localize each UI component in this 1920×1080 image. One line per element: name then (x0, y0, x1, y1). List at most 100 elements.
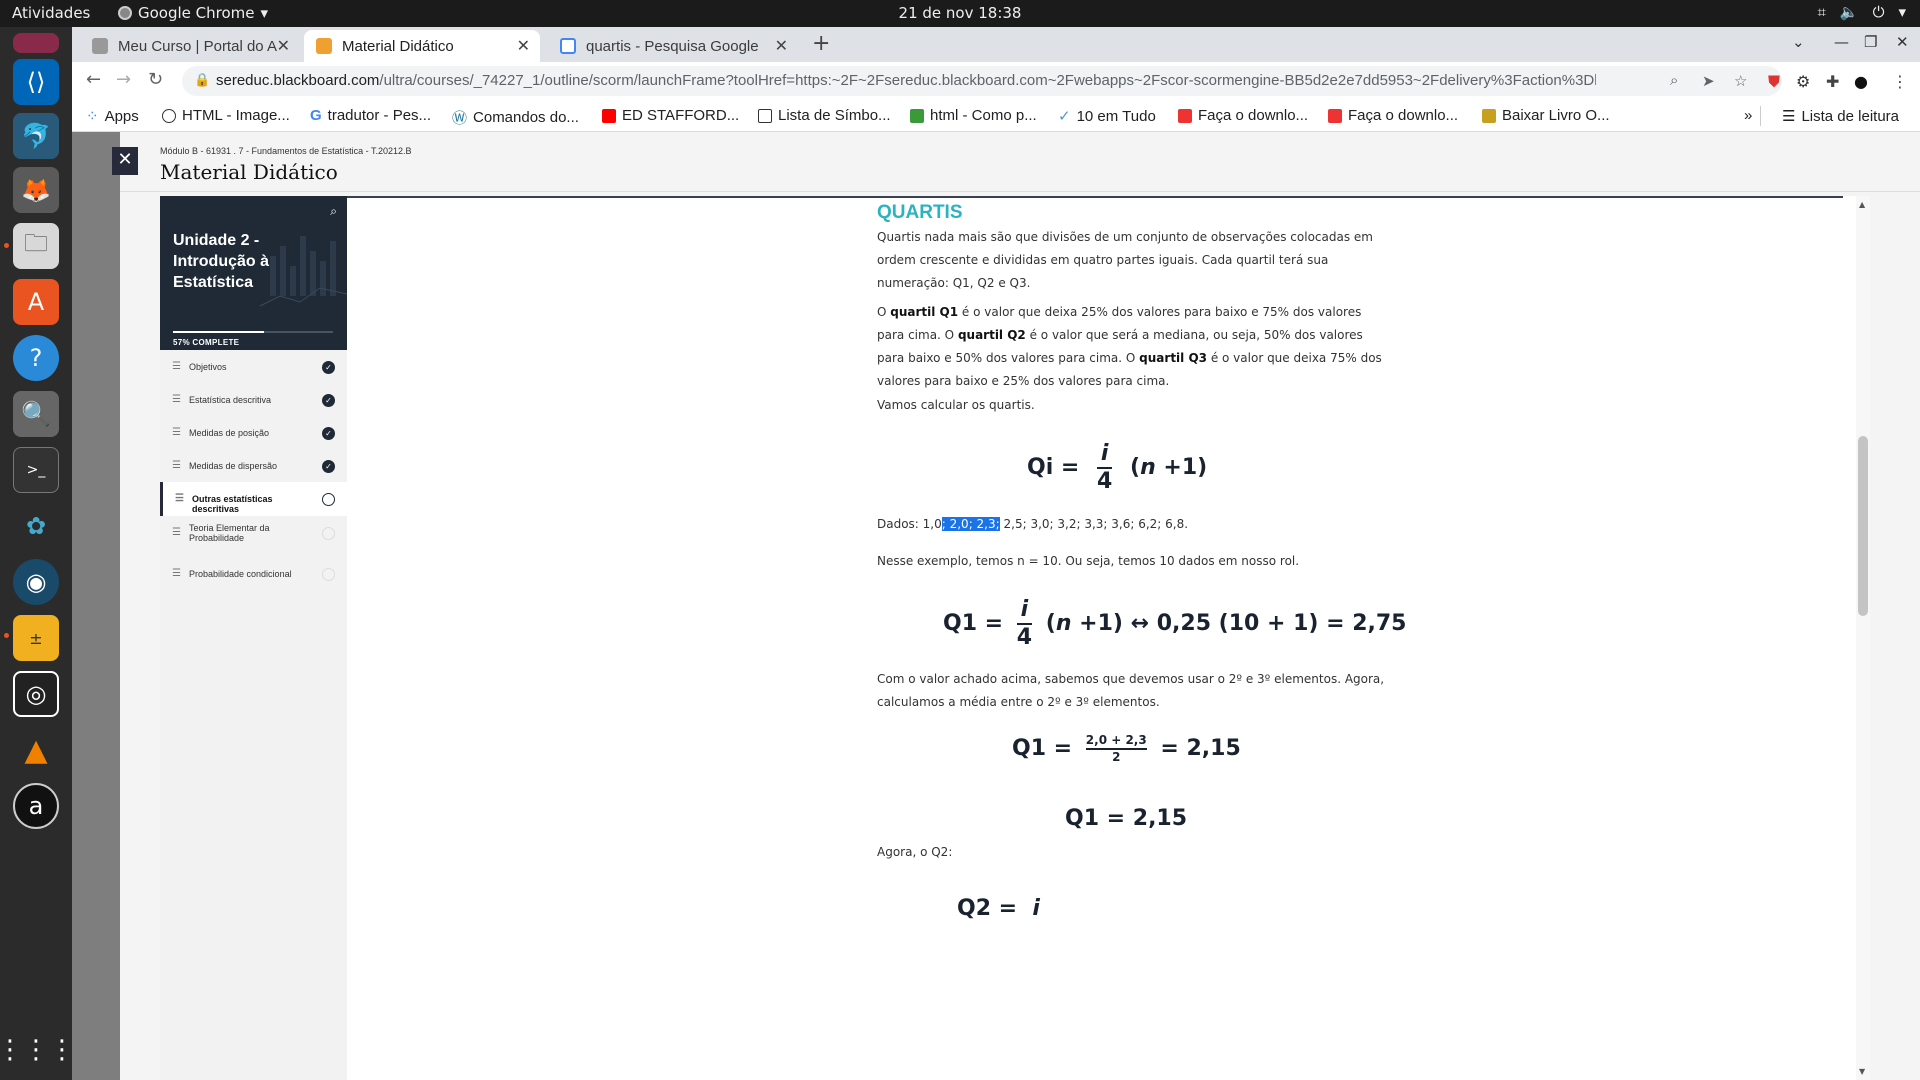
nav-item-label: Probabilidade condicional (189, 569, 292, 579)
close-tab-icon[interactable]: ✕ (517, 36, 530, 56)
shield-extension-icon[interactable]: ⛊ (1768, 72, 1780, 92)
tab-quartis-search[interactable]: quartis - Pesquisa Google ✕ (548, 30, 798, 62)
app-icon[interactable] (13, 33, 59, 53)
check-circle-icon: ✓ (322, 361, 335, 374)
tab-favicon-icon (92, 38, 108, 54)
bookmark-label: Baixar Livro O... (1502, 107, 1610, 124)
text-selection[interactable]: ; 2,0; 2,3; (941, 517, 1000, 531)
nav-item-label: Teoria Elementar da Probabilidade (189, 523, 270, 543)
reload-button[interactable]: ↻ (148, 69, 163, 90)
paragraph-q2: Agora, o Q2: (877, 845, 953, 859)
search-icon[interactable]: ⌕ (330, 204, 337, 219)
close-panel-button[interactable]: ✕ (112, 147, 138, 175)
profile-avatar[interactable]: ● (1854, 72, 1868, 91)
scroll-thumb[interactable] (1858, 436, 1868, 616)
new-tab-button[interactable]: + (812, 31, 830, 56)
close-window-button[interactable]: ✕ (1896, 33, 1909, 51)
restore-button[interactable]: ❐ (1864, 33, 1877, 51)
bookmark-label: Lista de Símbo... (778, 107, 891, 124)
more-bookmarks-button[interactable]: » (1744, 107, 1752, 124)
scroll-up-icon[interactable]: ▲ (1859, 200, 1865, 209)
help-icon[interactable]: ? (13, 335, 59, 381)
top-rule (347, 196, 1843, 198)
dock: ⟨⟩ 🐬 🦊 🗀 A ? 🔍 >_ ✿ ◉ ± ◎ ▲ a ⋮⋮⋮ (0, 27, 75, 1080)
system-tray[interactable]: ⌗ 🔈 ⏻ ▾ (1817, 3, 1906, 21)
files-icon[interactable]: 🗀 (13, 223, 59, 269)
tab-meu-curso[interactable]: Meu Curso | Portal do Alu ✕ (80, 30, 300, 62)
reading-list-button[interactable]: ☰ Lista de leitura (1782, 107, 1900, 126)
forward-button[interactable]: → (116, 69, 131, 90)
amazon-icon[interactable]: a (13, 783, 59, 829)
bookmark-item[interactable]: HTML - Image... (162, 107, 290, 124)
show-apps-icon[interactable]: ⋮⋮⋮ (0, 1027, 75, 1073)
list-icon: ☰ (172, 568, 181, 579)
gimp-icon[interactable]: 🦊 (13, 167, 59, 213)
globe-icon (162, 108, 176, 123)
paragraph-quartiles: O quartil Q1 é o valor que deixa 25% dos… (877, 305, 1382, 388)
course-nav-item[interactable]: ☰ Estatística descritiva ✓ (160, 383, 347, 417)
bookmark-item[interactable]: ED STAFFORD... (602, 107, 739, 124)
tab-search-icon[interactable]: ⌄ (1792, 33, 1805, 51)
calculator-icon[interactable]: ± (13, 615, 59, 661)
screenshot-icon[interactable]: ◎ (13, 671, 59, 717)
bookmark-item[interactable]: Ⓦ Comandos do... (452, 107, 579, 128)
browser-toolbar: ← → ↻ 🔒 sereduc.blackboard.com/ultra/cou… (72, 62, 1920, 100)
bookmark-item[interactable]: ✓ 10 em Tudo (1058, 107, 1156, 126)
tab-material-didatico[interactable]: Material Didático ✕ (304, 30, 540, 62)
bookmark-star-icon[interactable]: ☆ (1734, 72, 1747, 90)
progress-label: 57% COMPLETE (173, 338, 240, 347)
menu-dots-icon[interactable]: ⋮ (1892, 72, 1908, 91)
background-ultra-nav (72, 132, 120, 1080)
zoom-icon[interactable]: ⌕ (1670, 72, 1678, 89)
close-tab-icon[interactable]: ✕ (775, 36, 788, 56)
close-tab-icon[interactable]: ✕ (277, 36, 290, 56)
network-tool-icon[interactable]: ✿ (13, 503, 59, 549)
vscode-icon[interactable]: ⟨⟩ (13, 59, 59, 105)
course-nav-item[interactable]: ☰ Medidas de dispersão ✓ (160, 449, 347, 483)
bookmark-label: Faça o downlo... (1348, 107, 1459, 124)
bookmark-item[interactable]: Lista de Símbo... (758, 107, 891, 124)
bookmark-apps[interactable]: ⁘ Apps (86, 107, 139, 126)
bookmark-item[interactable]: Gtradutor - Pes... (310, 107, 431, 124)
course-nav-item[interactable]: ☰ Medidas de posição ✓ (160, 416, 347, 450)
back-button[interactable]: ← (86, 69, 101, 90)
data-list: Dados: 1,0; 2,0; 2,3; 2,5; 3,0; 3,2; 3,3… (877, 517, 1189, 531)
camera-app-icon[interactable]: ◉ (13, 559, 59, 605)
scroll-down-icon[interactable]: ▼ (1859, 1067, 1865, 1076)
course-nav-item[interactable]: ☰ Objetivos ✓ (160, 350, 347, 384)
search-icon[interactable]: 🔍 (13, 391, 59, 437)
software-center-icon[interactable]: A (13, 279, 59, 325)
mysql-workbench-icon[interactable]: 🐬 (13, 113, 59, 159)
address-bar[interactable]: 🔒 sereduc.blackboard.com/ultra/courses/_… (182, 66, 1782, 96)
lock-icon[interactable]: 🔒 (194, 72, 210, 88)
clock[interactable]: 21 de nov 18:38 (0, 4, 1920, 22)
volume-icon: 🔈 (1839, 3, 1859, 21)
extensions-puzzle-icon[interactable]: ✚ (1826, 72, 1839, 91)
list-icon: ☰ (172, 527, 181, 538)
bookmark-item[interactable]: Baixar Livro O... (1482, 107, 1610, 124)
system-top-bar: Atividades Google Chrome ▾ 21 de nov 18:… (0, 0, 1920, 27)
tab-title: Meu Curso | Portal do Alu (118, 37, 278, 55)
nav-item-label: Medidas de dispersão (189, 461, 278, 471)
url-text: sereduc.blackboard.com/ultra/courses/_74… (216, 72, 1596, 89)
terminal-icon[interactable]: >_ (13, 447, 59, 493)
course-nav-item[interactable]: ☰ Teoria Elementar da Probabilidade (160, 516, 347, 550)
book-icon (1482, 108, 1496, 123)
reading-list-label: Lista de leitura (1801, 107, 1900, 125)
scrollbar[interactable]: ▲ ▼ (1856, 196, 1870, 1080)
bookmark-item[interactable]: html - Como p... (910, 107, 1037, 124)
bookmark-label: HTML - Image... (182, 107, 290, 124)
formula-q1-position: Q1 = i4 (n +1) ↔ 0,25 (10 + 1) = 2,75 (943, 597, 1407, 651)
unit-header-card: ⌕ Unidade 2 - Introdução à Estatística 5… (160, 196, 347, 350)
course-nav-item[interactable]: ☰ Probabilidade condicional (160, 557, 347, 591)
bookmark-item[interactable]: Faça o downlo... (1328, 107, 1458, 124)
bookmark-item[interactable]: Faça o downlo... (1178, 107, 1308, 124)
lesson-content: QUARTIS Quartis nada mais são que divisõ… (347, 196, 1870, 1080)
send-icon[interactable]: ➤ (1702, 72, 1715, 90)
download-icon (1328, 108, 1342, 123)
paragraph-definition: Quartis nada mais são que divisões de um… (877, 230, 1373, 290)
extension-icon[interactable]: ⚙ (1796, 72, 1810, 91)
minimize-button[interactable]: — (1834, 33, 1849, 51)
course-nav-item[interactable]: ☰ Outras estatísticas descritivas (160, 482, 347, 516)
vlc-icon[interactable]: ▲ (13, 727, 59, 773)
